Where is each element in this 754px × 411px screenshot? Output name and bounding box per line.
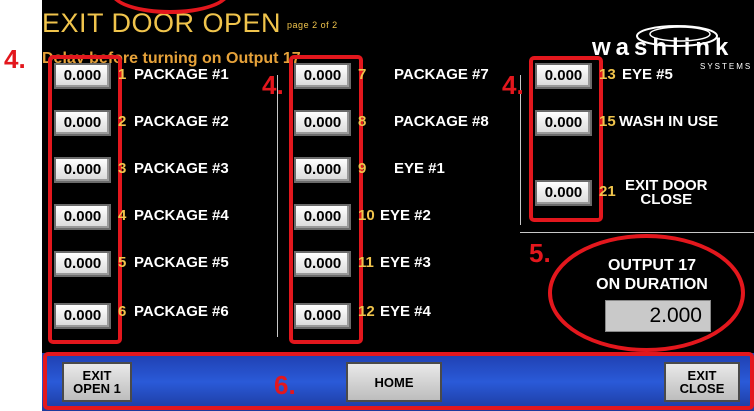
exit-close-label: EXIT CLOSE bbox=[679, 368, 725, 396]
output-label-line2: CLOSE bbox=[640, 191, 693, 208]
annotation-marker-4: 4. bbox=[4, 44, 26, 74]
output-number: 10 bbox=[358, 207, 375, 224]
delay-value-field[interactable]: 0.000 bbox=[294, 157, 351, 183]
output-label: PACKAGE #7 bbox=[394, 66, 489, 83]
output-label: PACKAGE #6 bbox=[134, 303, 229, 320]
output-number: 9 bbox=[358, 160, 367, 177]
output-label: EYE #3 bbox=[380, 254, 431, 271]
delay-value-field[interactable]: 0.000 bbox=[535, 180, 592, 206]
output-title-line1: OUTPUT 17 bbox=[607, 257, 696, 274]
delay-value-field[interactable]: 0.000 bbox=[54, 157, 111, 183]
output-label: EYE #5 bbox=[622, 66, 673, 83]
output-number: 4 bbox=[118, 207, 127, 224]
output-number: 2 bbox=[118, 113, 127, 130]
output-duration-title: OUTPUT 17 ON DURATION bbox=[592, 256, 712, 294]
delay-value-field[interactable]: 0.000 bbox=[535, 63, 592, 89]
delay-value-field[interactable]: 0.000 bbox=[54, 110, 111, 136]
delay-value-field[interactable]: 0.000 bbox=[54, 303, 111, 329]
output-label: EYE #4 bbox=[380, 303, 431, 320]
output-number: 6 bbox=[118, 303, 127, 320]
delay-value-field[interactable]: 0.000 bbox=[535, 110, 592, 136]
logo-subtext: SYSTEMS bbox=[700, 62, 753, 71]
delay-value-field[interactable]: 0.000 bbox=[294, 251, 351, 277]
output-label: EXIT DOOR CLOSE bbox=[625, 178, 708, 208]
output-label: EYE #1 bbox=[394, 160, 445, 177]
output-label: PACKAGE #4 bbox=[134, 207, 229, 224]
exit-open-1-label: EXIT OPEN 1 bbox=[73, 368, 121, 396]
exit-close-button[interactable]: EXIT CLOSE bbox=[664, 362, 740, 402]
delay-value-field[interactable]: 0.000 bbox=[294, 110, 351, 136]
output-duration-value[interactable]: 2.000 bbox=[605, 300, 711, 332]
output-number: 15 bbox=[599, 113, 616, 130]
exit-open-1-button[interactable]: EXIT OPEN 1 bbox=[62, 362, 132, 402]
page-indicator: page 2 of 2 bbox=[287, 19, 338, 30]
column-divider-1 bbox=[277, 75, 278, 337]
hmi-screen: EXIT DOOR OPEN page 2 of 2 Delay before t… bbox=[42, 0, 754, 411]
annotation-marker-4: 4. bbox=[262, 70, 284, 100]
annotation-box-column1 bbox=[48, 55, 122, 344]
output-title-line2: ON DURATION bbox=[596, 276, 708, 293]
delay-value-field[interactable]: 0.000 bbox=[294, 204, 351, 230]
delay-value-field[interactable]: 0.000 bbox=[54, 63, 111, 89]
logo-text: washlink bbox=[592, 34, 734, 61]
annotation-marker-5: 5. bbox=[529, 238, 551, 268]
output-label: PACKAGE #2 bbox=[134, 113, 229, 130]
output-label: WASH IN USE bbox=[619, 113, 719, 130]
output-label: EYE #2 bbox=[380, 207, 431, 224]
delay-value-field[interactable]: 0.000 bbox=[294, 303, 351, 329]
home-label: HOME bbox=[374, 374, 414, 390]
annotation-box-column2 bbox=[289, 55, 363, 344]
output-number: 1 bbox=[118, 66, 127, 83]
output-number: 11 bbox=[358, 254, 374, 271]
delay-value-field[interactable]: 0.000 bbox=[54, 204, 111, 230]
output-divider bbox=[520, 232, 754, 233]
annotation-marker-6: 6. bbox=[274, 370, 296, 400]
output-number: 3 bbox=[118, 160, 127, 177]
delay-value-field[interactable]: 0.000 bbox=[54, 251, 111, 277]
output-label: PACKAGE #1 bbox=[134, 66, 229, 83]
output-number: 21 bbox=[599, 183, 616, 200]
output-number: 5 bbox=[118, 254, 127, 271]
output-label: PACKAGE #3 bbox=[134, 160, 229, 177]
delay-value-field[interactable]: 0.000 bbox=[294, 63, 351, 89]
output-number: 13 bbox=[599, 66, 616, 83]
output-number: 7 bbox=[358, 66, 367, 83]
home-button[interactable]: HOME bbox=[346, 362, 442, 402]
output-number: 12 bbox=[358, 303, 375, 320]
output-label: PACKAGE #5 bbox=[134, 254, 229, 271]
output-number: 8 bbox=[358, 113, 367, 130]
annotation-marker-4: 4. bbox=[502, 70, 524, 100]
washlink-logo: washlink SYSTEMS bbox=[582, 20, 754, 72]
output-label: PACKAGE #8 bbox=[394, 113, 489, 130]
